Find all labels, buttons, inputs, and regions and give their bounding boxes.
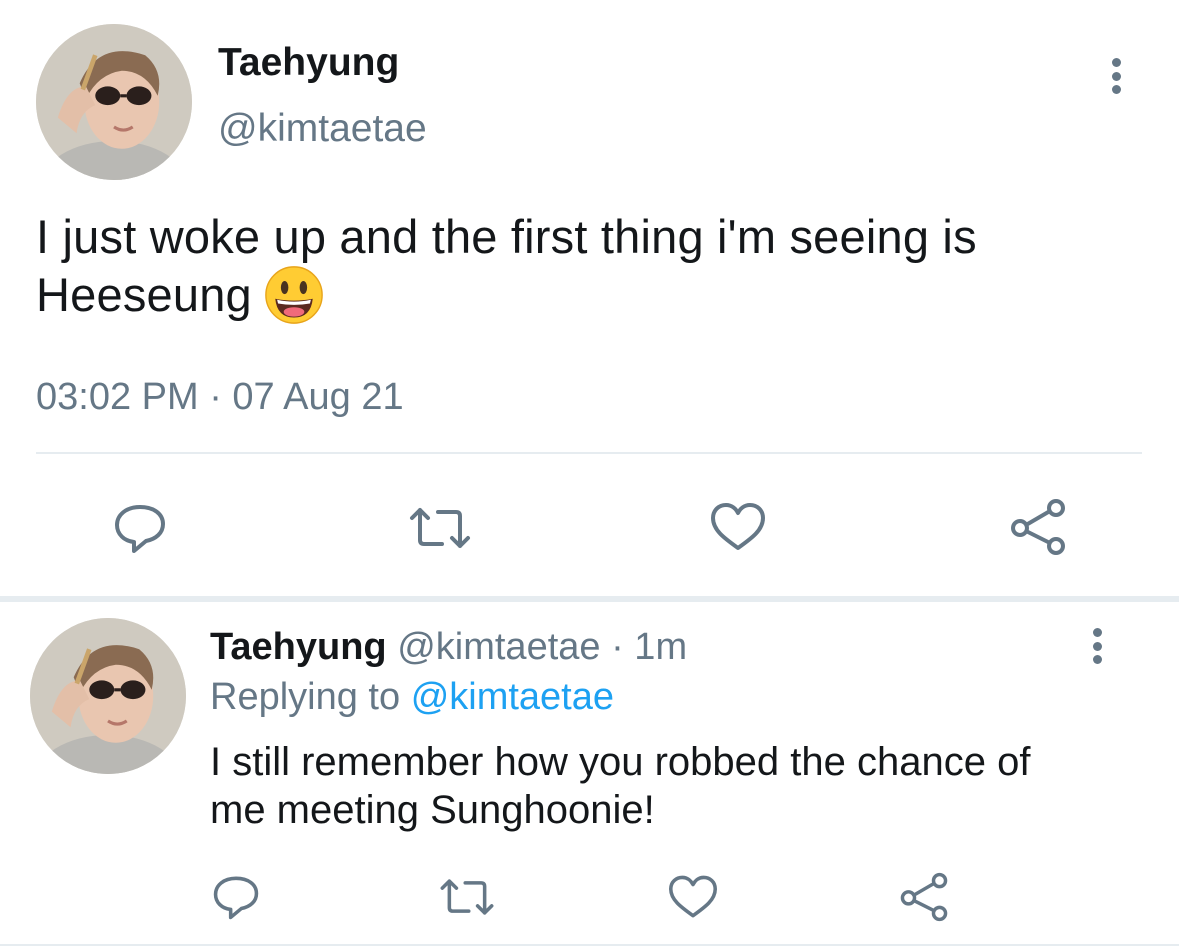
share-icon [900,872,948,922]
reply-author-handle[interactable]: @kimtaetae [397,626,600,668]
replying-to-handle[interactable]: @kimtaetae [411,676,614,718]
tweet-timestamp[interactable]: 03:02 PM · 07 Aug 21 [36,374,404,420]
reply-author-name[interactable]: Taehyung [210,626,387,668]
reply-like-button[interactable] [665,870,721,924]
like-button[interactable] [706,496,770,558]
reply-time[interactable]: · 1m [611,626,687,668]
reply-author-avatar[interactable] [30,618,186,774]
avatar-photo [30,618,186,774]
section-separator [0,596,1179,602]
bottom-divider [0,944,1179,946]
replying-to-label: Replying to [210,676,401,718]
retweet-button[interactable] [405,498,475,558]
reply-text: I still remember how you robbed the chan… [210,738,1030,834]
reply-text-line-1: I still remember how you robbed the chan… [210,740,1031,784]
author-handle[interactable]: @kimtaetae [218,106,427,152]
avatar-photo [36,24,192,180]
share-button[interactable] [1006,496,1070,558]
like-icon [711,503,765,550]
reply-share-button[interactable] [897,870,951,924]
reply-icon [115,505,165,553]
timestamp-divider [36,452,1142,454]
reply-more-options-icon[interactable] [1090,628,1104,664]
tweet-text: I just woke up and the first thing i'm s… [36,208,1146,329]
grinning-face-emoji [264,265,324,325]
reply-icon [213,876,259,920]
reply-header: Taehyung @kimtaetae · 1m [210,624,687,670]
reply-retweet-button[interactable] [436,872,498,922]
like-icon [669,875,718,918]
tweet-text-content: I just woke up and the first thing i'm s… [36,210,977,321]
author-avatar[interactable] [36,24,192,180]
replying-to: Replying to @kimtaetae [210,674,614,720]
author-name[interactable]: Taehyung [218,40,399,86]
more-options-icon[interactable] [1109,58,1123,94]
reply-reply-button[interactable] [208,870,264,924]
reply-button[interactable] [108,496,172,560]
share-icon [1011,499,1065,555]
reply-text-line-2: me meeting Sunghoonie! [210,788,655,832]
retweet-icon [440,879,494,915]
retweet-icon [410,508,470,548]
